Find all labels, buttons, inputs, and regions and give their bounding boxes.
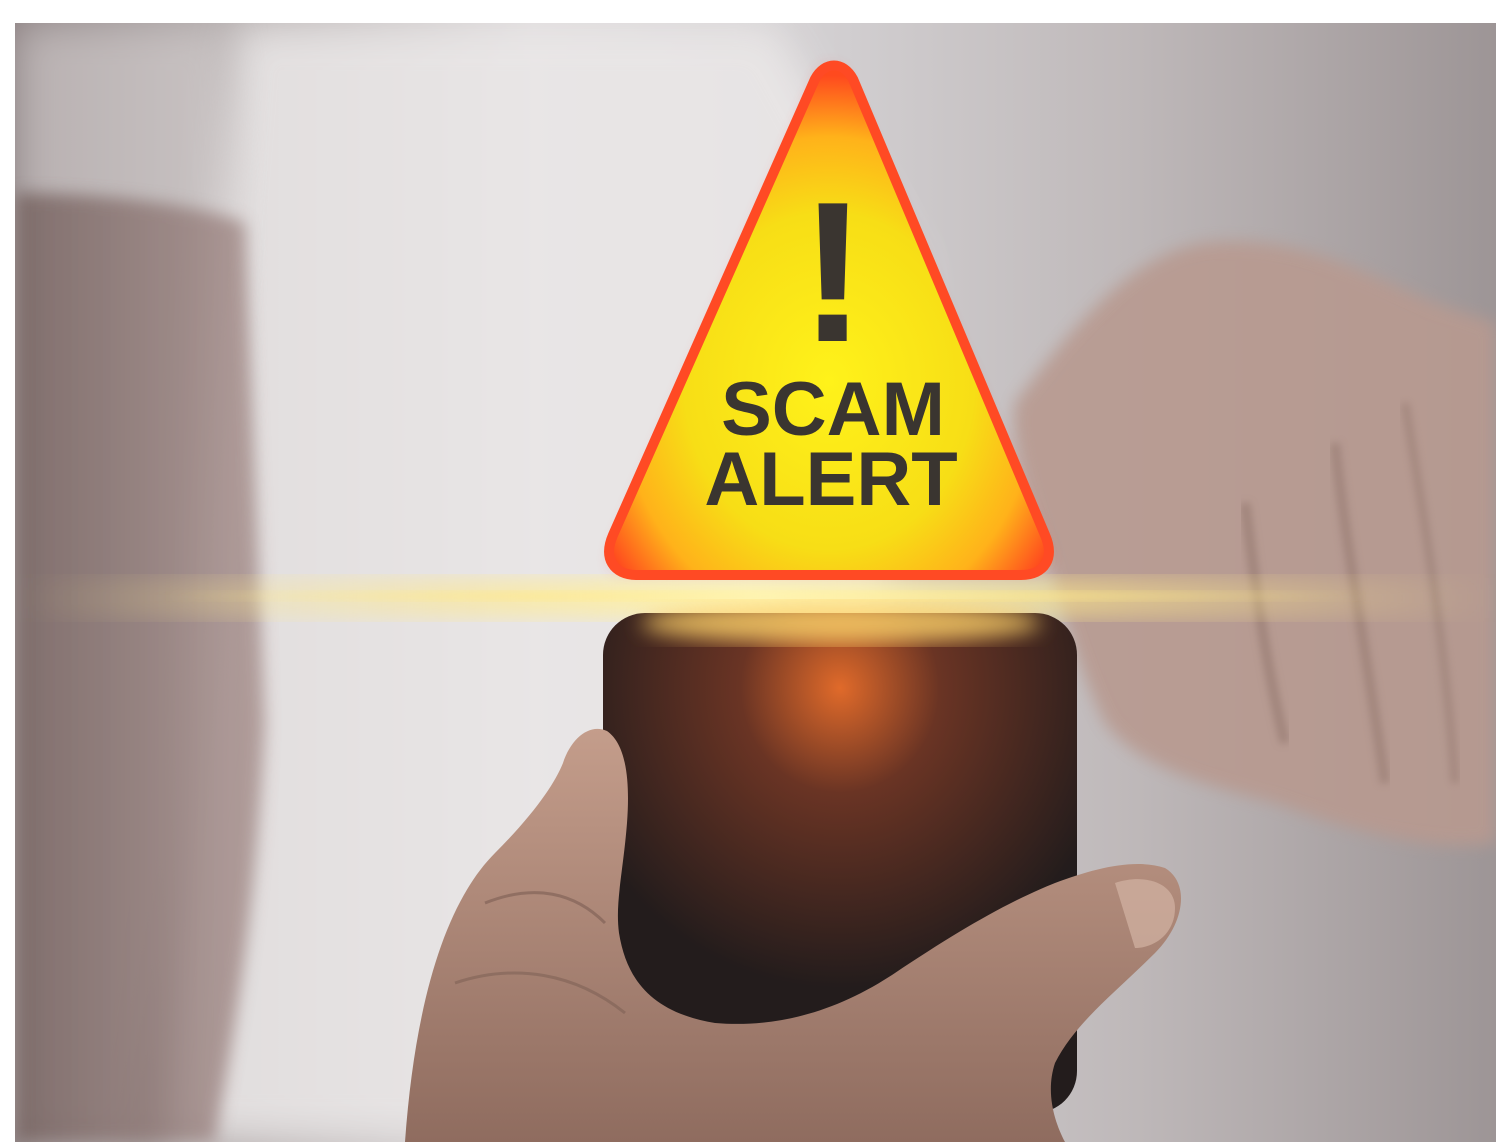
photo-illustration: ! SCAM ALERT [15, 23, 1496, 1142]
sign-text-line2: ALERT [704, 437, 957, 522]
scam-alert-photo: ! SCAM ALERT [15, 23, 1496, 1142]
left-arm [15, 193, 265, 1142]
light-beam-core [165, 591, 1365, 601]
exclamation-mark: ! [800, 161, 867, 384]
phone-top-glow [641, 603, 1041, 643]
